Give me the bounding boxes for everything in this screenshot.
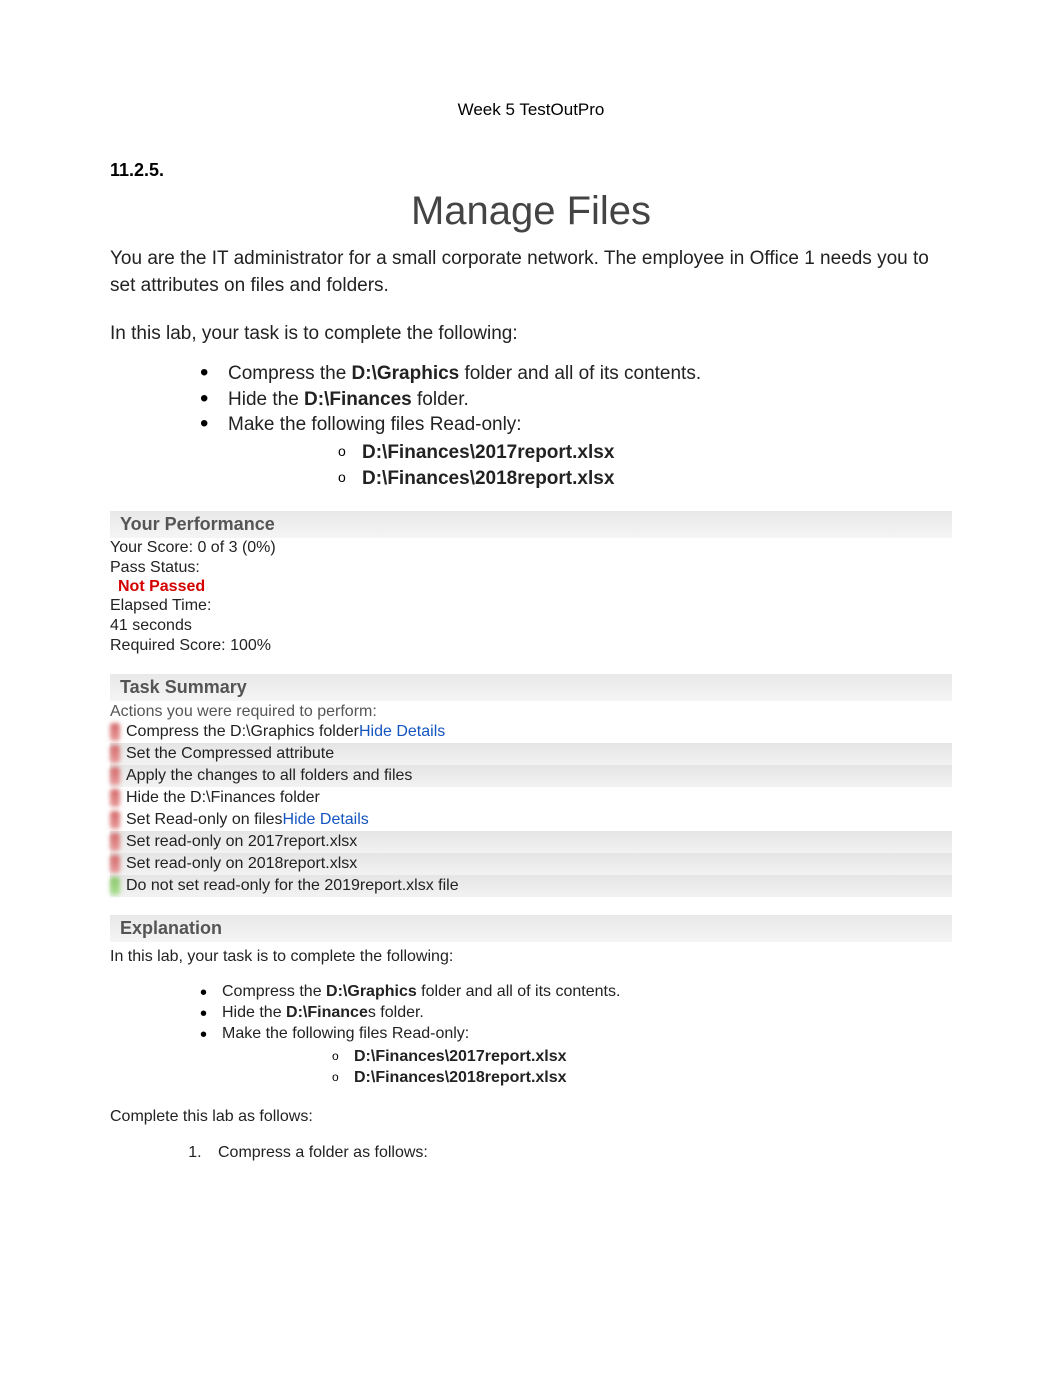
- pass-icon: [110, 877, 120, 895]
- bullet-compress: Compress the D:\Graphics folder and all …: [200, 361, 952, 387]
- task-text: Set read-only on 2017report.xlsx: [126, 833, 357, 851]
- task-text: Set read-only on 2018report.xlsx: [126, 855, 357, 873]
- text: Compress the: [222, 983, 326, 1000]
- task-bullet-list: Compress the D:\Graphics folder and all …: [200, 361, 952, 491]
- task-text: Compress the D:\Graphics folder: [126, 723, 359, 741]
- subtask-no-readonly-2019: Do not set read-only for the 2019report.…: [110, 875, 952, 897]
- step-1: Compress a folder as follows:: [206, 1144, 952, 1162]
- bold-path: D:\Finance: [286, 1004, 368, 1021]
- sub-2017: D:\Finances\2017report.xlsx: [338, 440, 952, 466]
- bullet-hide: Hide the D:\Finances folder.: [200, 387, 952, 413]
- section-number: 11.2.5.: [110, 160, 952, 181]
- document-page: Week 5 TestOutPro 11.2.5. Manage Files Y…: [0, 0, 1062, 1222]
- exp-sub-2018: D:\Finances\2018report.xlsx: [332, 1068, 952, 1089]
- explanation-bullet-list: Compress the D:\Graphics folder and all …: [200, 982, 952, 1088]
- hide-details-link[interactable]: Hide Details: [359, 723, 445, 741]
- task-text: Set Read-only on files: [126, 811, 283, 829]
- task-text: Apply the changes to all folders and fil…: [126, 767, 412, 785]
- bold-path: D:\Graphics: [326, 983, 417, 1000]
- subtask-readonly-2018: Set read-only on 2018report.xlsx: [110, 853, 952, 875]
- text: folder and all of its contents.: [459, 363, 701, 384]
- exp-readonly-sublist: D:\Finances\2017report.xlsx D:\Finances\…: [332, 1047, 952, 1089]
- score-line: Your Score: 0 of 3 (0%): [110, 538, 952, 558]
- pass-status-value: Not Passed: [110, 578, 952, 596]
- fail-icon: [110, 723, 120, 741]
- subtask-readonly-2017: Set read-only on 2017report.xlsx: [110, 831, 952, 853]
- bullet-readonly: Make the following files Read-only: D:\F…: [200, 412, 952, 491]
- main-title: Manage Files: [110, 189, 952, 234]
- task-text: Do not set read-only for the 2019report.…: [126, 877, 459, 895]
- fail-icon: [110, 767, 120, 785]
- text: s folder.: [368, 1004, 424, 1021]
- fail-icon: [110, 745, 120, 763]
- text: Hide the: [222, 1004, 286, 1021]
- task-compress-row: Compress the D:\Graphics folderHide Deta…: [110, 721, 952, 743]
- elapsed-label: Elapsed Time:: [110, 596, 952, 616]
- exp-bullet-readonly: Make the following files Read-only: D:\F…: [200, 1024, 952, 1088]
- text: Compress the: [228, 363, 352, 384]
- task-text: Set the Compressed attribute: [126, 745, 334, 763]
- text: folder and all of its contents.: [417, 983, 621, 1000]
- intro-paragraph: You are the IT administrator for a small…: [110, 246, 952, 299]
- task-text: Hide the D:\Finances folder: [126, 789, 320, 807]
- actions-intro: Actions you were required to perform:: [110, 703, 952, 721]
- task-hide-row: Hide the D:\Finances folder: [110, 787, 952, 809]
- bold-path: D:\Graphics: [352, 363, 460, 384]
- required-score: Required Score: 100%: [110, 636, 952, 656]
- task-intro: In this lab, your task is to complete th…: [110, 323, 952, 345]
- sub-2018: D:\Finances\2018report.xlsx: [338, 466, 952, 492]
- explanation-header: Explanation: [110, 915, 952, 942]
- subtask-apply-changes: Apply the changes to all folders and fil…: [110, 765, 952, 787]
- text: folder.: [412, 389, 469, 410]
- elapsed-value: 41 seconds: [110, 616, 952, 636]
- fail-icon: [110, 833, 120, 851]
- exp-bullet-compress: Compress the D:\Graphics folder and all …: [200, 982, 952, 1003]
- task-summary-header: Task Summary: [110, 674, 952, 701]
- text: Make the following files Read-only:: [222, 1025, 469, 1042]
- performance-header: Your Performance: [110, 511, 952, 538]
- explanation-intro: In this lab, your task is to complete th…: [110, 948, 952, 966]
- hide-details-link[interactable]: Hide Details: [283, 811, 369, 829]
- page-header: Week 5 TestOutPro: [110, 100, 952, 120]
- exp-sub-2017: D:\Finances\2017report.xlsx: [332, 1047, 952, 1068]
- steps-list: Compress a folder as follows:: [206, 1144, 952, 1162]
- fail-icon: [110, 811, 120, 829]
- text: Hide the: [228, 389, 304, 410]
- bold-path: D:\Finances: [304, 389, 412, 410]
- task-readonly-row: Set Read-only on filesHide Details: [110, 809, 952, 831]
- text: Make the following files Read-only:: [228, 414, 522, 435]
- fail-icon: [110, 855, 120, 873]
- subtask-compressed-attr: Set the Compressed attribute: [110, 743, 952, 765]
- pass-status-label: Pass Status:: [110, 558, 952, 578]
- complete-intro: Complete this lab as follows:: [110, 1108, 952, 1126]
- exp-bullet-hide: Hide the D:\Finances folder.: [200, 1003, 952, 1024]
- fail-icon: [110, 789, 120, 807]
- readonly-sublist: D:\Finances\2017report.xlsx D:\Finances\…: [338, 440, 952, 491]
